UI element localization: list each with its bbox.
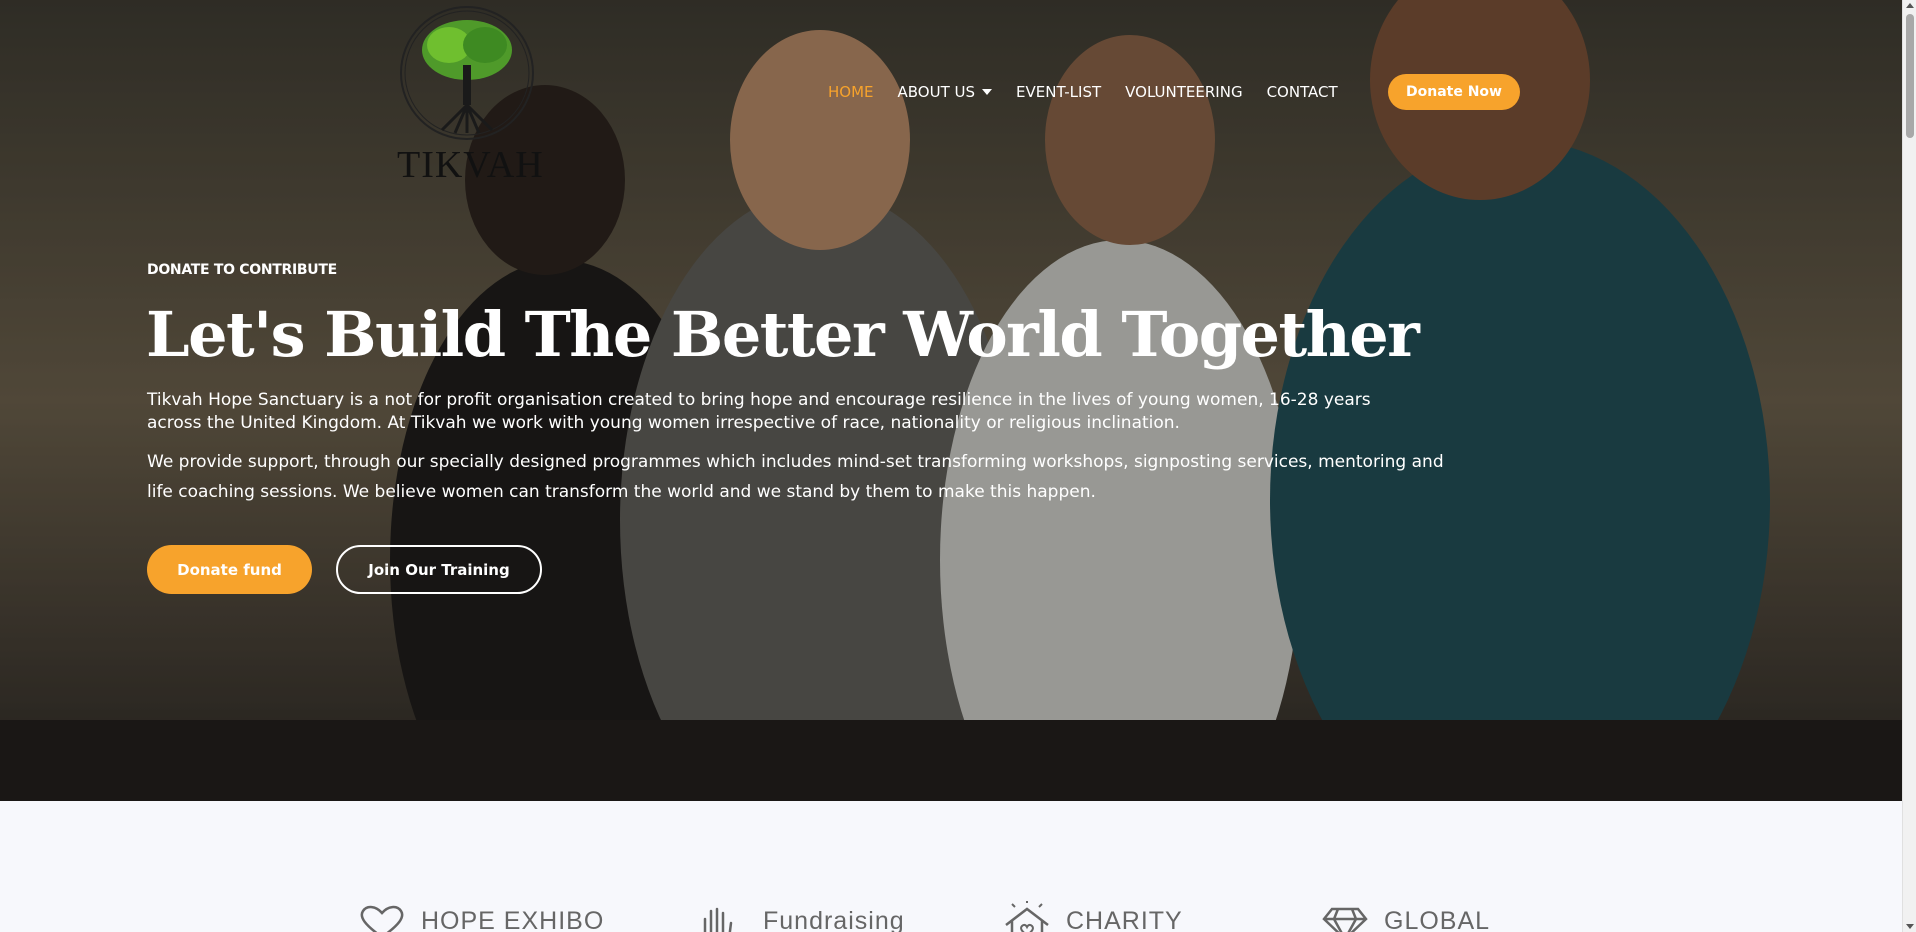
hero-eyebrow: DONATE TO CONTRIBUTE xyxy=(147,262,337,278)
feature-label: Fundraising xyxy=(763,906,905,932)
feature-label: CHARITY xyxy=(1066,906,1183,932)
nav-item-about-us[interactable]: ABOUT US xyxy=(898,83,993,101)
hero-support-paragraph: We provide support, through our speciall… xyxy=(147,452,1444,502)
donate-now-button[interactable]: Donate Now xyxy=(1388,74,1520,110)
nav-item-contact[interactable]: CONTACT xyxy=(1267,83,1338,101)
tikvah-logo[interactable]: TIKVAH xyxy=(397,5,544,186)
vertical-scrollbar[interactable] xyxy=(1902,0,1916,932)
page: TIKVAH HOME ABOUT US EVENT-LIST VOLUNTEE… xyxy=(0,0,1902,932)
donate-fund-button[interactable]: Donate fund xyxy=(147,545,312,594)
hands-icon xyxy=(703,907,733,932)
diamond-icon xyxy=(1322,907,1368,932)
charity-home-icon xyxy=(1005,901,1049,932)
nav-item-volunteering[interactable]: VOLUNTEERING xyxy=(1125,83,1242,101)
feature-charity: CHARITY xyxy=(1000,901,1183,932)
tree-logo-icon xyxy=(400,6,534,140)
nav-item-label: ABOUT US xyxy=(897,83,976,101)
scroll-up-arrow-icon[interactable] xyxy=(1906,3,1914,8)
nav-item-label: VOLUNTEERING xyxy=(1125,83,1243,101)
chevron-down-icon xyxy=(982,89,993,95)
main-navigation: HOME ABOUT US EVENT-LIST VOLUNTEERING CO… xyxy=(828,78,1362,106)
hero-intro-paragraph: Tikvah Hope Sanctuary is a not for profi… xyxy=(147,390,1371,433)
hero-headline: Let's Build The Better World Together xyxy=(146,298,1420,371)
hero-section: TIKVAH HOME ABOUT US EVENT-LIST VOLUNTEE… xyxy=(0,0,1902,801)
nav-item-label: CONTACT xyxy=(1266,83,1338,101)
logo-wordmark: TIKVAH xyxy=(397,144,544,186)
heart-icon xyxy=(360,905,404,932)
nav-item-event-list[interactable]: EVENT-LIST xyxy=(1016,83,1101,101)
scroll-down-arrow-icon[interactable] xyxy=(1906,924,1914,929)
feature-global: GLOBAL xyxy=(1318,901,1490,932)
feature-hope-exhibo: HOPE EXHIBO xyxy=(355,901,604,932)
feature-label: GLOBAL xyxy=(1384,906,1491,932)
features-strip: HOPE EXHIBO Fundraising CHARITY GLOBAL xyxy=(0,801,1902,932)
nav-item-label: EVENT-LIST xyxy=(1016,83,1102,101)
feature-fundraising: Fundraising xyxy=(697,901,905,932)
nav-item-home[interactable]: HOME xyxy=(828,83,874,101)
scrollbar-thumb[interactable] xyxy=(1906,14,1914,138)
feature-label: HOPE EXHIBO xyxy=(421,906,605,932)
join-training-button[interactable]: Join Our Training xyxy=(336,545,542,594)
nav-item-label: HOME xyxy=(828,83,874,101)
